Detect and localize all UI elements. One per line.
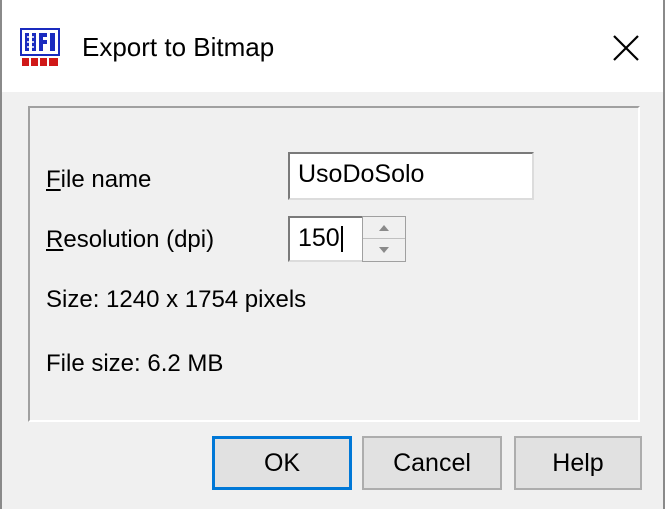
- file-name-input[interactable]: UsoDoSolo: [288, 152, 534, 200]
- resolution-input[interactable]: 150: [288, 216, 364, 262]
- app-logo-icon: [20, 28, 60, 68]
- cancel-button[interactable]: Cancel: [362, 436, 502, 490]
- spin-down-button[interactable]: [363, 239, 405, 261]
- close-icon: [613, 35, 639, 61]
- resolution-label: Resolution (dpi): [46, 226, 215, 253]
- ok-button[interactable]: OK: [212, 436, 352, 490]
- dialog-title: Export to Bitmap: [82, 32, 275, 62]
- spin-up-button[interactable]: [363, 217, 405, 239]
- help-button[interactable]: Help: [514, 436, 642, 490]
- file-size-text: File size: 6.2 MB: [46, 350, 224, 377]
- close-button[interactable]: [598, 20, 654, 76]
- title-bar[interactable]: Export to Bitmap: [2, 0, 663, 92]
- resolution-spinner[interactable]: [362, 216, 406, 262]
- image-size-text: Size: 1240 x 1754 pixels: [46, 286, 307, 313]
- file-name-label: File name: [46, 166, 152, 193]
- arrow-down-icon: [379, 247, 389, 253]
- text-cursor: [340, 226, 343, 253]
- arrow-up-icon: [379, 224, 389, 231]
- export-to-bitmap-dialog: Export to Bitmap File name UsoDoSolo Res…: [0, 0, 665, 509]
